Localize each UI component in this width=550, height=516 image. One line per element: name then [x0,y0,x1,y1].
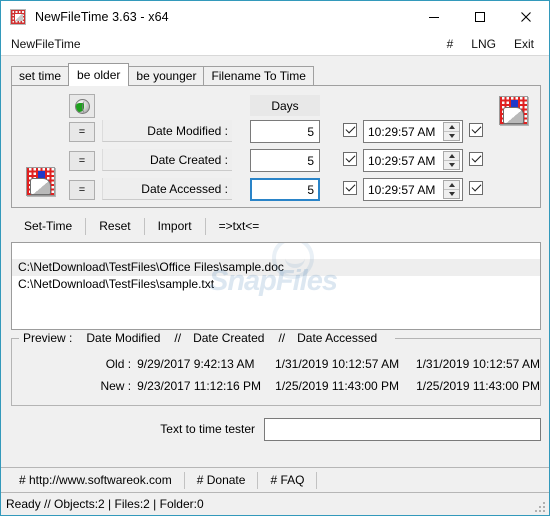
preview-legend-modified: Date Modified [86,331,161,345]
text-to-time-tester-label: Text to time tester [160,422,255,436]
tab-set-time[interactable]: set time [11,66,70,85]
label-date-created: Date Created : [102,149,232,171]
preview-new-label: New : [100,379,132,393]
tab-panel-be-older: Days = Date Modified : 5 10:29:57 AM = D… [11,85,541,208]
close-icon[interactable] [503,1,549,32]
label-date-accessed: Date Accessed : [102,178,232,200]
preview-old-created: 1/31/2019 10:12:57 AM [274,357,400,371]
spinner-down-icon-accessed[interactable] [444,190,459,198]
checkbox-time-accessed[interactable] [469,181,483,195]
status-text: Ready // Objects:2 | Files:2 | Folder:0 [6,497,204,511]
link-separator [316,471,318,489]
tabs-container: set time be older be younger Filename To… [1,56,549,86]
file-list[interactable]: SnapFiles C:\NetDownload\TestFiles\Offic… [11,242,541,330]
equals-button-created[interactable]: = [69,151,95,171]
text-to-time-tester-area: Text to time tester [11,415,541,443]
time-input-accessed[interactable]: 10:29:57 AM [363,178,463,201]
minimize-icon[interactable] [411,1,457,32]
days-input-accessed[interactable]: 5 [250,178,320,201]
menu-item-app-name[interactable]: NewFileTime [11,37,81,51]
tab-strip: set time be older be younger Filename To… [11,63,541,86]
menu-bar: NewFileTime # LNG Exit [1,32,549,56]
time-input-modified[interactable]: 10:29:57 AM [363,120,463,143]
title-bar: NewFileTime 3.63 - x64 [1,1,549,32]
preview-row-old: Old : 9/29/2017 9:42:13 AM 1/31/2019 10:… [12,357,540,371]
preview-legend-separator-1: // [174,331,182,345]
link-website[interactable]: # http://www.softwareok.com [7,473,184,487]
time-value-accessed: 10:29:57 AM [368,182,436,197]
preview-old-accessed: 1/31/2019 10:12:57 AM [415,357,540,371]
menu-item-language[interactable]: LNG [471,37,496,51]
spinner-modified[interactable] [443,122,460,141]
set-time-button[interactable]: Set-Time [11,216,85,236]
days-input-modified[interactable]: 5 [250,120,320,143]
status-bar: Ready // Objects:2 | Files:2 | Folder:0 [1,492,549,515]
text-to-time-tester-input[interactable] [264,417,541,441]
spinner-accessed[interactable] [443,180,460,199]
preview-legend-accessed: Date Accessed [297,331,378,345]
link-donate[interactable]: # Donate [185,473,258,487]
preview-new-accessed: 1/25/2019 11:43:00 PM [416,379,540,393]
globe-refresh-icon [74,98,90,114]
window-title: NewFileTime 3.63 - x64 [35,9,169,24]
resize-grip-icon[interactable] [535,501,546,512]
maximize-icon[interactable] [457,1,503,32]
time-value-created: 10:29:57 AM [368,153,436,168]
menu-item-hash[interactable]: # [447,37,454,51]
spinner-down-icon-modified[interactable] [444,132,459,140]
window-controls [411,1,549,32]
import-button[interactable]: Import [145,216,205,236]
days-input-created[interactable]: 5 [250,149,320,172]
checkbox-days-accessed[interactable] [343,181,357,195]
link-bar: # http://www.softwareok.com # Donate # F… [1,467,549,492]
label-date-modified: Date Modified : [102,120,232,142]
preview-old-modified: 9/29/2017 9:42:13 AM [137,357,255,371]
reset-button[interactable]: Reset [86,216,143,236]
preview-new-created: 1/25/2019 11:43:00 PM [275,379,400,393]
application-window: NewFileTime 3.63 - x64 NewFileTime # LNG… [0,0,550,516]
preview-row-new: New : 9/23/2017 11:12:16 PM 1/25/2019 11… [12,379,540,393]
days-column-header: Days [250,95,320,116]
globe-refresh-button[interactable] [69,94,95,118]
spinner-created[interactable] [443,151,460,170]
menu-right-group: # LNG Exit [447,37,541,51]
equals-button-accessed[interactable]: = [69,180,95,200]
preview-group: Preview : Date Modified // Date Created … [11,331,541,406]
list-item[interactable]: C:\NetDownload\TestFiles\sample.txt [12,276,540,293]
row-date-created: = Date Created : 5 10:29:57 AM [12,149,540,173]
row-date-modified: = Date Modified : 5 10:29:57 AM [12,120,540,144]
preview-legend-label: Preview : [23,331,73,345]
equals-button-modified[interactable]: = [69,122,95,142]
action-bar: Set-Time Reset Import =>txt<= [11,215,541,237]
tab-be-older[interactable]: be older [68,63,130,86]
tab-filename-to-time[interactable]: Filename To Time [203,66,314,85]
checkbox-days-modified[interactable] [343,123,357,137]
checkbox-time-created[interactable] [469,152,483,166]
time-input-created[interactable]: 10:29:57 AM [363,149,463,172]
checkbox-days-created[interactable] [343,152,357,166]
spinner-down-icon-created[interactable] [444,161,459,169]
menu-item-exit[interactable]: Exit [514,37,534,51]
checkered-clock-icon [10,8,26,25]
preview-legend-separator-2: // [278,331,286,345]
export-txt-button[interactable]: =>txt<= [206,216,273,236]
spinner-up-icon-created[interactable] [444,152,459,161]
link-faq[interactable]: # FAQ [258,473,316,487]
preview-new-modified: 9/23/2017 11:12:16 PM [137,379,262,393]
row-date-accessed: = Date Accessed : 5 10:29:57 AM [12,178,540,202]
preview-old-label: Old : [105,357,132,371]
preview-legend-created: Date Created [193,331,265,345]
checkbox-time-modified[interactable] [469,123,483,137]
list-item[interactable]: C:\NetDownload\TestFiles\Office Files\sa… [12,259,540,276]
spinner-up-icon-modified[interactable] [444,123,459,132]
preview-legend: Preview : Date Modified // Date Created … [19,331,396,345]
time-value-modified: 10:29:57 AM [368,124,436,139]
tab-be-younger[interactable]: be younger [128,66,205,85]
spinner-up-icon-accessed[interactable] [444,181,459,190]
